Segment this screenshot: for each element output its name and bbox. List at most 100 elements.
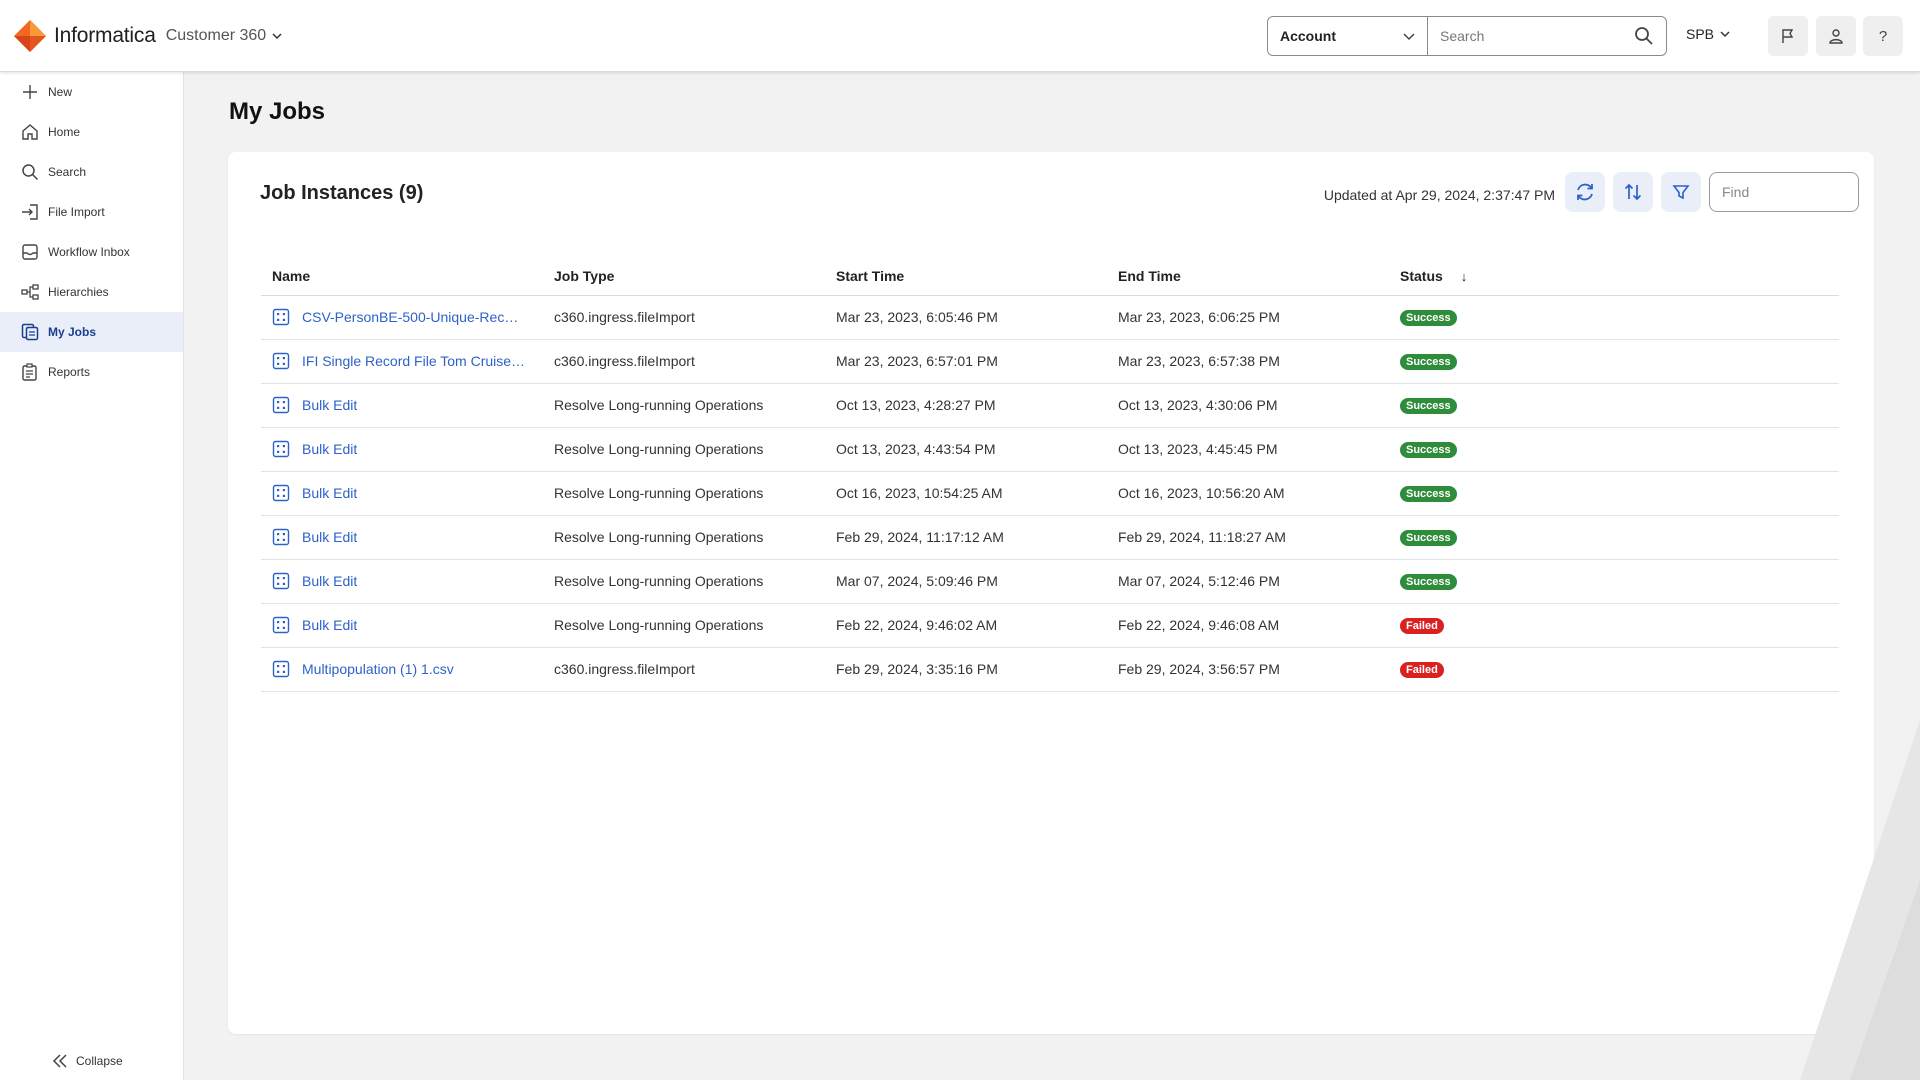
status-badge: Success — [1400, 574, 1457, 590]
status-badge: Success — [1400, 310, 1457, 326]
job-name-wrapper: Bulk Edit — [272, 528, 543, 546]
cell-name: Bulk Edit — [261, 515, 543, 560]
cell-status: Success — [1389, 559, 1839, 604]
column-header-start-time[interactable]: Start Time — [825, 258, 1107, 296]
job-name-link[interactable]: CSV-PersonBE-500-Unique-Record... — [302, 309, 526, 325]
table-row[interactable]: CSV-PersonBE-500-Unique-Record... c360.in… — [261, 295, 1839, 340]
sidebar-item-label: Hierarchies — [48, 285, 109, 299]
job-name-wrapper: IFI Single Record File Tom Cruise v... — [272, 352, 543, 370]
column-header-name[interactable]: Name — [261, 258, 543, 296]
search-icon[interactable] — [1634, 26, 1654, 46]
job-name-link[interactable]: Bulk Edit — [302, 529, 357, 545]
sidebar-item-reports[interactable]: Reports — [0, 352, 183, 392]
chevron-down-icon — [1403, 33, 1415, 41]
cell-start-time: Oct 16, 2023, 10:54:25 AM — [825, 471, 1107, 516]
brand-name: Informatica — [54, 23, 156, 47]
jobs-icon — [20, 322, 40, 342]
sidebar-item-label: Home — [48, 125, 81, 139]
job-document-icon — [272, 308, 290, 326]
help-icon: ? — [1878, 27, 1888, 45]
cell-end-time: Oct 13, 2023, 4:45:45 PM — [1107, 427, 1389, 472]
refresh-button[interactable] — [1565, 172, 1605, 212]
sidebar-item-file-import[interactable]: File Import — [0, 192, 183, 232]
find-input[interactable] — [1709, 172, 1859, 212]
sidebar-item-label: File Import — [48, 205, 105, 219]
entity-type-select[interactable]: Account — [1268, 17, 1428, 55]
cell-status: Failed — [1389, 603, 1839, 648]
cell-end-time: Mar 07, 2024, 5:12:46 PM — [1107, 559, 1389, 604]
job-document-icon — [272, 440, 290, 458]
help-button[interactable]: ? — [1863, 16, 1903, 56]
table-row[interactable]: IFI Single Record File Tom Cruise v... c3… — [261, 339, 1839, 384]
job-name-link[interactable]: Bulk Edit — [302, 397, 357, 413]
cell-end-time: Oct 16, 2023, 10:56:20 AM — [1107, 471, 1389, 516]
sidebar-item-home[interactable]: Home — [0, 112, 183, 152]
cell-status: Success — [1389, 339, 1839, 384]
sidebar-item-workflow-inbox[interactable]: Workflow Inbox — [0, 232, 183, 272]
table-row[interactable]: Bulk Edit Resolve Long-running Operations… — [261, 471, 1839, 516]
sidebar-item-new[interactable]: New — [0, 72, 183, 112]
inbox-icon — [20, 242, 40, 262]
collapse-label: Collapse — [76, 1054, 123, 1068]
cell-job-type: Resolve Long-running Operations — [543, 383, 825, 428]
job-name-link[interactable]: IFI Single Record File Tom Cruise v... — [302, 353, 526, 369]
job-name-wrapper: Multipopulation (1) 1.csv — [272, 660, 543, 678]
top-bar: Informatica Customer 360 Account SPB ? — [0, 0, 1920, 72]
table-row[interactable]: Bulk Edit Resolve Long-running Operations… — [261, 515, 1839, 560]
job-name-wrapper: Bulk Edit — [272, 396, 543, 414]
table-row[interactable]: Bulk Edit Resolve Long-running Operations… — [261, 383, 1839, 428]
product-switcher[interactable]: Customer 360 — [166, 27, 283, 45]
cell-end-time: Mar 23, 2023, 6:57:38 PM — [1107, 339, 1389, 384]
job-name-link[interactable]: Bulk Edit — [302, 617, 357, 633]
flag-button[interactable] — [1768, 16, 1808, 56]
column-header-status[interactable]: Status ↓ — [1389, 258, 1839, 296]
sidebar-item-my-jobs[interactable]: My Jobs — [0, 312, 183, 352]
cell-end-time: Oct 13, 2023, 4:30:06 PM — [1107, 383, 1389, 428]
job-name-link[interactable]: Bulk Edit — [302, 573, 357, 589]
column-header-end-time[interactable]: End Time — [1107, 258, 1389, 296]
chevron-down-icon — [272, 32, 282, 39]
job-name-link[interactable]: Bulk Edit — [302, 441, 357, 457]
cell-job-type: c360.ingress.fileImport — [543, 647, 825, 692]
job-name-link[interactable]: Bulk Edit — [302, 485, 357, 501]
table-row[interactable]: Multipopulation (1) 1.csv c360.ingress.fi… — [261, 647, 1839, 692]
table-row[interactable]: Bulk Edit Resolve Long-running Operations… — [261, 427, 1839, 472]
job-name-link[interactable]: Multipopulation (1) 1.csv — [302, 661, 454, 677]
search-box — [1428, 17, 1666, 55]
user-profile-button[interactable] — [1816, 16, 1856, 56]
job-name-wrapper: Bulk Edit — [272, 616, 543, 634]
job-name-wrapper: Bulk Edit — [272, 440, 543, 458]
sidebar-item-search[interactable]: Search — [0, 152, 183, 192]
hierarchy-icon — [20, 282, 40, 302]
collapse-sidebar-button[interactable]: Collapse — [52, 1054, 123, 1068]
table-row[interactable]: Bulk Edit Resolve Long-running Operations… — [261, 559, 1839, 604]
cell-start-time: Feb 22, 2024, 9:46:02 AM — [825, 603, 1107, 648]
column-header-job-type[interactable]: Job Type — [543, 258, 825, 296]
cell-start-time: Feb 29, 2024, 11:17:12 AM — [825, 515, 1107, 560]
cell-job-type: c360.ingress.fileImport — [543, 295, 825, 340]
cell-status: Success — [1389, 515, 1839, 560]
filter-icon — [1672, 185, 1690, 200]
cell-name: Bulk Edit — [261, 471, 543, 516]
job-document-icon — [272, 572, 290, 590]
table-row[interactable]: Bulk Edit Resolve Long-running Operations… — [261, 603, 1839, 648]
job-document-icon — [272, 528, 290, 546]
home-icon — [20, 122, 40, 142]
job-name-wrapper: Bulk Edit — [272, 572, 543, 590]
sidebar-item-hierarchies[interactable]: Hierarchies — [0, 272, 183, 312]
cell-start-time: Mar 23, 2023, 6:57:01 PM — [825, 339, 1107, 384]
org-switcher[interactable]: SPB — [1686, 26, 1730, 42]
sort-button[interactable] — [1613, 172, 1653, 212]
double-chevron-left-icon — [52, 1054, 67, 1068]
search-input[interactable] — [1440, 28, 1634, 44]
brand-logo[interactable]: Informatica — [12, 18, 156, 54]
jobs-table: Name Job Type Start Time End Time Status… — [261, 258, 1839, 692]
chevron-down-icon — [1720, 31, 1730, 38]
plus-icon — [20, 82, 40, 102]
job-document-icon — [272, 352, 290, 370]
filter-button[interactable] — [1661, 172, 1701, 212]
cell-name: Bulk Edit — [261, 603, 543, 648]
job-instances-card: Job Instances (9) Updated at Apr 29, 202… — [228, 152, 1874, 1034]
refresh-icon — [1577, 183, 1593, 201]
sort-descending-icon[interactable]: ↓ — [1461, 269, 1468, 284]
